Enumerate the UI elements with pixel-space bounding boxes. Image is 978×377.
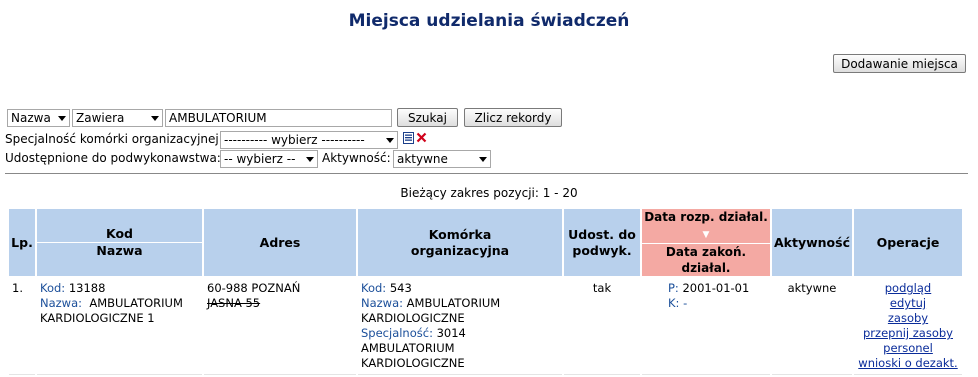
mode-select-value: Zawiera — [76, 111, 125, 125]
kom-kod-label: Kod: — [361, 281, 387, 295]
header-komorka[interactable]: Komórka organizacyjna — [358, 209, 562, 276]
chevron-down-icon — [151, 116, 159, 121]
subcontract-label: Udostępnione do podwykonawstwa: — [5, 151, 221, 165]
cell-komorka: Kod: 543 Nazwa: AMBULATORIUM KARDIOLOGIC… — [358, 278, 562, 375]
adres-line2: JASNA 55 — [207, 296, 261, 310]
end-date-label: K: — [668, 296, 680, 310]
search-input[interactable]: AMBULATORIUM — [165, 109, 392, 127]
header-dates[interactable]: Data rozp. działal. ▼ Data zakoń. działa… — [642, 209, 770, 276]
kom-nazwa-line: Nazwa: AMBULATORIUM KARDIOLOGICZNE — [361, 296, 559, 326]
count-records-button[interactable]: Zlicz rekordy — [464, 108, 562, 127]
header-data-rozp: Data rozp. działal. ▼ — [642, 209, 770, 243]
page-title: Miejsca udzielania świadczeń — [348, 11, 630, 31]
op-move-resources-link[interactable]: przepnij zasoby — [857, 326, 959, 341]
header-udost[interactable]: Udost. do podwyk. — [564, 209, 640, 276]
field-select-value: Nazwa — [11, 111, 51, 125]
header-data-rozp-label: Data rozp. działal. — [644, 210, 768, 224]
activity-select[interactable]: aktywne — [393, 150, 491, 168]
header-udost-line1: Udost. do — [568, 226, 636, 242]
op-edit-link[interactable]: edytuj — [857, 296, 959, 311]
field-select[interactable]: Nazwa — [7, 109, 70, 127]
kod-label: Kod: — [40, 281, 66, 295]
kod-value: 13188 — [68, 281, 106, 295]
header-udost-line2: podwyk. — [572, 242, 632, 258]
cell-kod-nazwa: Kod: 13188 Nazwa: AMBULATORIUM KARDIOLOG… — [37, 278, 202, 375]
add-place-button[interactable]: Dodawanie miejsca — [833, 54, 966, 73]
header-aktywnosc[interactable]: Aktywność — [772, 209, 852, 276]
table-header-row: Lp. Kod Nazwa Adres Komórka organizacyjn… — [9, 209, 962, 276]
op-resources-link[interactable]: zasoby — [857, 311, 959, 326]
header-data-zakon: Data zakoń. działal. — [642, 243, 770, 276]
cell-aktywnosc: aktywne — [772, 278, 852, 375]
chevron-down-icon — [306, 157, 314, 162]
header-komorka-line1: Komórka — [428, 226, 492, 242]
result-range: Bieżący zakres pozycji: 1 - 20 — [400, 186, 578, 200]
cell-dates: P: 2001-01-01 K: - — [642, 278, 770, 375]
cell-operacje: podgląd edytuj zasoby przepnij zasoby pe… — [854, 278, 962, 375]
mode-select[interactable]: Zawiera — [72, 109, 163, 127]
header-nazwa: Nazwa — [37, 242, 202, 259]
activity-label: Aktywność: — [322, 151, 391, 165]
kom-nazwa-label: Nazwa: — [361, 296, 404, 310]
header-kod: Kod — [105, 226, 133, 241]
clear-x-icon[interactable] — [416, 132, 427, 143]
list-icon[interactable] — [403, 132, 414, 144]
adres-line1: 60-988 POZNAŃ — [207, 281, 301, 295]
nazwa-label: Nazwa: — [40, 296, 83, 310]
header-komorka-line2: organizacyjna — [410, 242, 510, 258]
spec-line: Specjalność: 3014 — [361, 326, 559, 341]
header-operacje: Operacje — [854, 209, 962, 276]
cell-adres: 60-988 POZNAŃ JASNA 55 — [204, 278, 356, 375]
specialty-select[interactable]: ---------- wybierz ---------- — [220, 131, 398, 149]
op-preview-link[interactable]: podgląd — [857, 281, 959, 296]
subcontract-select-value: -- wybierz -- — [224, 152, 296, 166]
spec-kod: 3014 — [436, 326, 466, 340]
start-date-value: 2001-01-01 — [682, 281, 750, 295]
start-date-label: P: — [668, 281, 679, 295]
table-row: 1. Kod: 13188 Nazwa: AMBULATORIUM KARDIO… — [9, 278, 962, 375]
header-adres[interactable]: Adres — [204, 209, 356, 276]
header-kod-nazwa[interactable]: Kod Nazwa — [37, 209, 202, 276]
chevron-down-icon — [386, 138, 394, 143]
divider — [5, 173, 968, 174]
op-staff-link[interactable]: personel — [857, 341, 959, 356]
end-date-value: - — [683, 296, 688, 310]
start-date-line: P: 2001-01-01 — [668, 281, 767, 296]
activity-select-value: aktywne — [397, 152, 448, 166]
specialty-label: Specjalność komórki organizacyjnej: — [5, 132, 223, 146]
chevron-down-icon — [479, 157, 487, 162]
spec-nazwa: AMBULATORIUM KARDIOLOGICZNE — [361, 341, 465, 370]
cell-lp: 1. — [9, 278, 35, 375]
cell-udost: tak — [564, 278, 640, 375]
kod-line: Kod: 13188 — [40, 281, 199, 296]
results-table: Lp. Kod Nazwa Adres Komórka organizacyjn… — [7, 207, 964, 377]
spec-label: Specjalność: — [361, 326, 433, 340]
chevron-down-icon — [58, 116, 66, 121]
nazwa-line: Nazwa: AMBULATORIUM KARDIOLOGICZNE 1 — [40, 296, 199, 326]
subcontract-select[interactable]: -- wybierz -- — [220, 150, 318, 168]
specialty-select-value: ---------- wybierz ---------- — [224, 133, 365, 147]
search-button[interactable]: Szukaj — [397, 108, 458, 127]
sort-desc-icon: ▼ — [702, 230, 710, 240]
header-lp[interactable]: Lp. — [9, 209, 35, 276]
op-deactivation-requests-link[interactable]: wnioski o dezakt. — [857, 356, 959, 371]
kom-kod-value: 543 — [389, 281, 412, 295]
kom-kod-line: Kod: 543 — [361, 281, 559, 296]
end-date-line: K: - — [668, 296, 767, 311]
